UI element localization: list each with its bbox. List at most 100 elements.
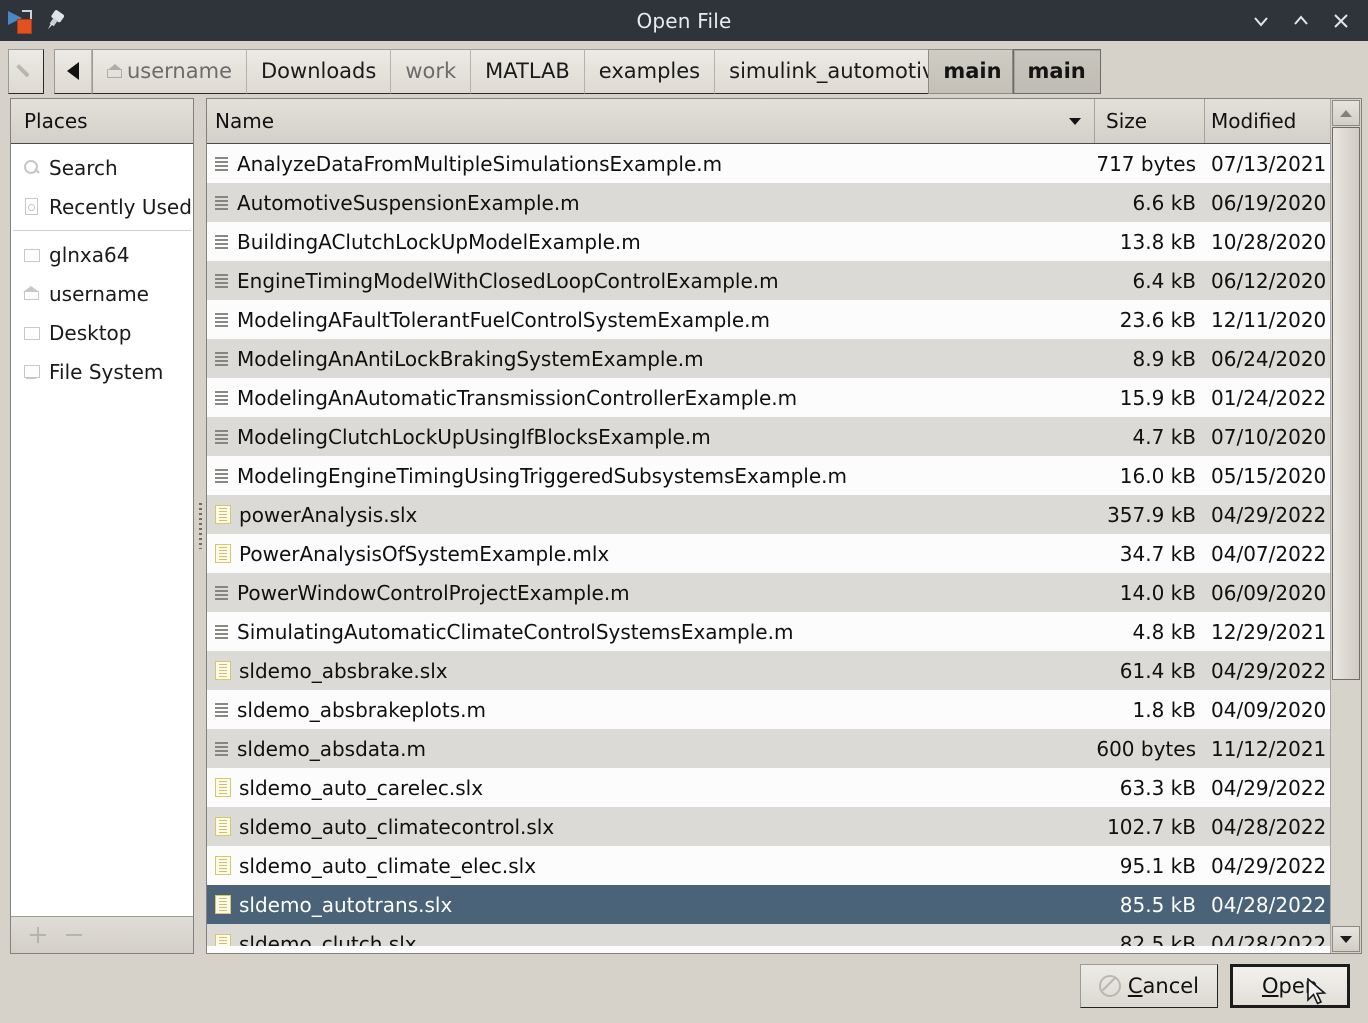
chevron-up-icon[interactable]: [1288, 8, 1314, 34]
m-file-icon: [215, 350, 229, 367]
file-name: BuildingAClutchLockUpModelExample.m: [237, 229, 641, 254]
table-row[interactable]: powerAnalysis.slx 357.9 kB 04/29/2022: [207, 495, 1330, 534]
file-modified: 04/29/2022: [1211, 775, 1327, 800]
file-modified: 04/07/2022: [1211, 541, 1327, 566]
file-size: 357.9 kB: [1107, 502, 1196, 527]
vertical-scrollbar[interactable]: [1330, 99, 1361, 953]
file-size: 6.6 kB: [1132, 190, 1196, 215]
scrollbar-track[interactable]: [1332, 127, 1360, 925]
sidebar-item-search[interactable]: Search: [11, 148, 193, 187]
column-header-name-label: Name: [215, 109, 275, 133]
m-file-icon: [215, 623, 229, 640]
sidebar-item-recently-used[interactable]: Recently Used: [11, 187, 193, 226]
places-footer: [11, 916, 193, 953]
table-row[interactable]: sldemo_clutch.slx 82.5 kB 04/28/2022: [207, 924, 1330, 946]
home-icon: [107, 63, 122, 78]
dialog-action-bar: CCancelancel Open: [0, 954, 1368, 1023]
file-size: 717 bytes: [1096, 151, 1196, 176]
breadcrumb-item-matlab[interactable]: MATLAB: [471, 48, 585, 94]
table-row[interactable]: ModelingAnAntiLockBrakingSystemExample.m…: [207, 339, 1330, 378]
sidebar-item-file-system[interactable]: File System: [11, 352, 193, 391]
slx-file-icon: [215, 895, 231, 914]
breadcrumb-item-simulink-automotive[interactable]: simulink_automotive: [715, 48, 963, 94]
table-row[interactable]: SimulatingAutomaticClimateControlSystems…: [207, 612, 1330, 651]
sidebar-item-desktop[interactable]: Desktop: [11, 313, 193, 352]
table-row[interactable]: AnalyzeDataFromMultipleSimulationsExampl…: [207, 144, 1330, 183]
sidebar-item-label: glnxa64: [49, 242, 130, 267]
m-file-icon: [215, 272, 229, 289]
table-row[interactable]: AutomotiveSuspensionExample.m 6.6 kB 06/…: [207, 183, 1330, 222]
file-name: EngineTimingModelWithClosedLoopControlEx…: [237, 268, 779, 293]
pencil-icon: [16, 61, 36, 81]
m-file-icon: [215, 740, 229, 757]
places-title: Places: [24, 109, 88, 133]
table-row[interactable]: BuildingAClutchLockUpModelExample.m 13.8…: [207, 222, 1330, 261]
pane-resize-handle[interactable]: [194, 98, 206, 954]
cancel-button[interactable]: CCancelancel: [1079, 963, 1218, 1008]
table-row-selected[interactable]: sldemo_autotrans.slx 85.5 kB 04/28/2022: [207, 885, 1330, 924]
file-name: sldemo_absdata.m: [237, 736, 426, 761]
file-modified: 06/19/2020: [1211, 190, 1327, 215]
file-modified: 06/12/2020: [1211, 268, 1327, 293]
table-row[interactable]: sldemo_auto_climatecontrol.slx 102.7 kB …: [207, 807, 1330, 846]
slx-file-icon: [215, 505, 231, 524]
chevron-down-icon[interactable]: [1248, 8, 1274, 34]
table-row[interactable]: ModelingClutchLockUpUsingIfBlocksExample…: [207, 417, 1330, 456]
slx-file-icon: [215, 817, 231, 836]
table-row[interactable]: PowerAnalysisOfSystemExample.mlx 34.7 kB…: [207, 534, 1330, 573]
file-modified: 05/15/2020: [1211, 463, 1327, 488]
slx-file-icon: [215, 778, 231, 797]
path-back-button[interactable]: [54, 48, 92, 94]
sidebar-item-glnxa64[interactable]: glnxa64: [11, 235, 193, 274]
open-button[interactable]: Open: [1230, 963, 1350, 1008]
file-modified: 04/29/2022: [1211, 658, 1327, 683]
location-entry-toggle-button[interactable]: [8, 48, 44, 94]
table-row[interactable]: ModelingAFaultTolerantFuelControlSystemE…: [207, 300, 1330, 339]
file-modified: 04/09/2020: [1211, 697, 1327, 722]
sidebar-item-label: Desktop: [49, 320, 132, 345]
breadcrumb-item-main[interactable]: main: [1012, 48, 1101, 94]
table-row[interactable]: EngineTimingModelWithClosedLoopControlEx…: [207, 261, 1330, 300]
column-header-name[interactable]: Name: [207, 99, 1095, 143]
add-bookmark-button[interactable]: [29, 926, 47, 944]
breadcrumb-item-downloads[interactable]: Downloads: [247, 48, 392, 94]
file-size: 16.0 kB: [1119, 463, 1196, 488]
sidebar-item-username[interactable]: username: [11, 274, 193, 313]
file-size: 4.7 kB: [1132, 424, 1196, 449]
breadcrumb-item-work[interactable]: work: [391, 48, 472, 94]
folder-icon: [23, 246, 40, 263]
m-file-icon: [215, 428, 229, 445]
sidebar-item-label: Recently Used: [49, 194, 192, 219]
scroll-up-button[interactable]: [1332, 100, 1360, 126]
m-file-icon: [215, 233, 229, 250]
slx-file-icon: [215, 934, 231, 946]
column-header-size[interactable]: Size: [1095, 99, 1205, 143]
scroll-down-button[interactable]: [1332, 926, 1360, 952]
file-name: sldemo_autotrans.slx: [239, 892, 453, 917]
table-row[interactable]: sldemo_absdata.m 600 bytes 11/12/2021: [207, 729, 1330, 768]
remove-bookmark-button[interactable]: [65, 926, 83, 944]
file-size: 14.0 kB: [1119, 580, 1196, 605]
file-modified: 04/28/2022: [1211, 892, 1327, 917]
table-row[interactable]: sldemo_auto_climate_elec.slx 95.1 kB 04/…: [207, 846, 1330, 885]
table-row[interactable]: sldemo_auto_carelec.slx 63.3 kB 04/29/20…: [207, 768, 1330, 807]
table-row[interactable]: sldemo_absbrake.slx 61.4 kB 04/29/2022: [207, 651, 1330, 690]
file-list-panel: Name Size Modified AnalyzeDataFromMultip…: [206, 98, 1362, 954]
breadcrumb-item-main-overflow[interactable]: main: [928, 48, 1013, 94]
breadcrumb-item-username[interactable]: username: [92, 48, 247, 94]
folder-icon: [23, 324, 40, 341]
table-row[interactable]: ModelingAnAutomaticTransmissionControlle…: [207, 378, 1330, 417]
file-name: powerAnalysis.slx: [239, 502, 418, 527]
file-modified: 12/29/2021: [1211, 619, 1327, 644]
close-icon[interactable]: [1328, 8, 1354, 34]
file-modified: 12/11/2020: [1211, 307, 1327, 332]
slx-file-icon: [215, 544, 231, 563]
table-row[interactable]: ModelingEngineTimingUsingTriggeredSubsys…: [207, 456, 1330, 495]
table-row[interactable]: PowerWindowControlProjectExample.m 14.0 …: [207, 573, 1330, 612]
pin-icon[interactable]: [40, 5, 71, 36]
table-row[interactable]: sldemo_absbrakeplots.m 1.8 kB 04/09/2020: [207, 690, 1330, 729]
column-header-modified[interactable]: Modified: [1205, 99, 1330, 143]
breadcrumb-item-examples[interactable]: examples: [584, 48, 716, 94]
triangle-down-icon: [1340, 935, 1352, 943]
scrollbar-thumb[interactable]: [1332, 127, 1360, 680]
